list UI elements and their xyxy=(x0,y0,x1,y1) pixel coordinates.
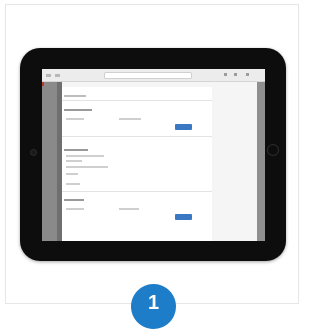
section1-field-label xyxy=(66,118,84,120)
tablet-screen xyxy=(42,69,265,241)
address-bar[interactable] xyxy=(104,72,192,79)
camera-icon xyxy=(30,149,37,156)
list-item xyxy=(66,160,82,162)
section1-field-value xyxy=(119,118,141,120)
section3-submit-button[interactable] xyxy=(175,214,192,220)
side-panel xyxy=(42,82,62,241)
section2-title xyxy=(64,149,88,151)
list-item xyxy=(66,166,108,168)
web-page xyxy=(62,87,212,241)
section3-field-value xyxy=(119,208,139,210)
home-button-icon xyxy=(267,144,279,156)
divider xyxy=(62,136,212,137)
section3-field-label xyxy=(66,208,84,210)
section3-title xyxy=(64,199,84,201)
share-icon[interactable] xyxy=(224,73,227,76)
list-item xyxy=(66,183,80,185)
list-item xyxy=(66,173,78,175)
page-header xyxy=(64,95,86,97)
browser-toolbar xyxy=(42,69,265,82)
divider xyxy=(62,191,212,192)
divider xyxy=(62,100,212,101)
section1-submit-button[interactable] xyxy=(175,124,192,130)
back-icon[interactable] xyxy=(46,73,51,77)
section1-title xyxy=(64,109,92,111)
side-panel-marker xyxy=(42,82,44,86)
tabs-icon[interactable] xyxy=(246,73,249,76)
bookmark-icon[interactable] xyxy=(234,73,237,76)
list-item xyxy=(66,155,104,157)
forward-icon[interactable] xyxy=(55,73,60,77)
right-side-panel xyxy=(257,82,265,241)
step-number-badge: 1 xyxy=(131,284,176,329)
